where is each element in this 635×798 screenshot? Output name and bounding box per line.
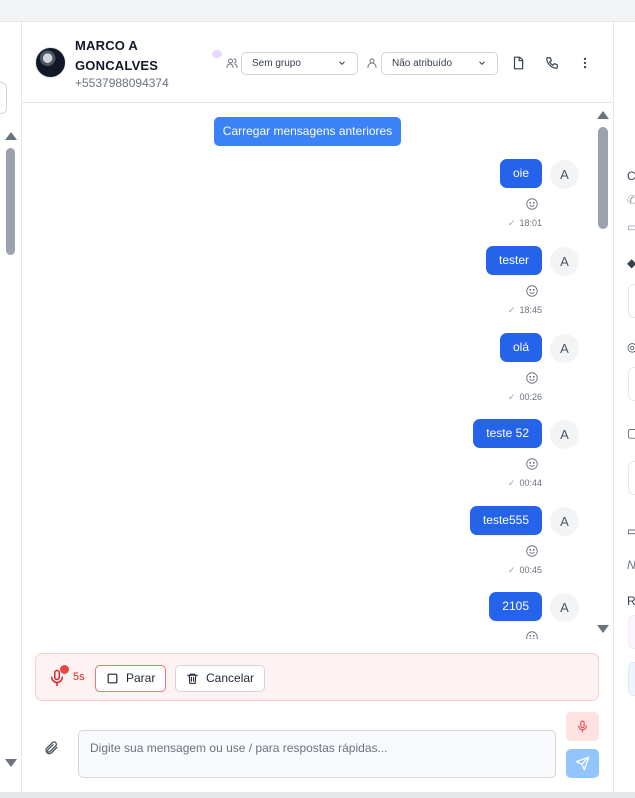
- bottom-strip: [0, 792, 635, 798]
- right-panel-field[interactable]: [628, 284, 635, 318]
- cancel-recording-button[interactable]: Cancelar: [175, 665, 266, 692]
- left-search-input-edge[interactable]: [0, 82, 7, 114]
- message-input[interactable]: [78, 730, 556, 778]
- message-bubble[interactable]: olá: [499, 333, 542, 362]
- document-icon[interactable]: [511, 56, 525, 70]
- right-panel-tag[interactable]: [628, 615, 635, 649]
- paperclip-icon[interactable]: [43, 740, 59, 756]
- check-icon: ✓: [507, 218, 516, 228]
- message-bubble[interactable]: oie: [499, 159, 542, 188]
- phone-icon[interactable]: [545, 56, 559, 70]
- emoji-reaction-icon[interactable]: [525, 371, 539, 385]
- left-panel-edge: [0, 22, 22, 792]
- group-select-value: Sem grupo: [252, 58, 301, 69]
- chat-bubble-icon: [212, 50, 222, 58]
- microphone-button[interactable]: [566, 712, 599, 741]
- message-timestamp: ✓ 00:45: [507, 565, 542, 575]
- right-panel-letter-glyph: N: [627, 558, 635, 572]
- group-select[interactable]: Sem grupo: [241, 52, 358, 75]
- phone-icon: ✆: [627, 193, 635, 207]
- message-bubble[interactable]: teste555: [469, 506, 542, 535]
- right-panel-field[interactable]: [628, 367, 635, 401]
- chevron-down-icon: [479, 61, 485, 65]
- microphone-icon: [578, 720, 587, 733]
- chat-header: MARCO A GONCALVES +5537988094374 Sem gru…: [22, 22, 613, 103]
- check-icon: ✓: [507, 305, 516, 315]
- check-icon: ✓: [507, 392, 516, 402]
- message-item: teste555 A ✓ 00:45: [22, 506, 613, 586]
- sender-avatar: A: [550, 160, 579, 189]
- right-panel-tag[interactable]: [628, 662, 635, 696]
- message-item: teste 52 A ✓ 00:44: [22, 419, 613, 499]
- graduation-cap-icon: ◆: [627, 256, 635, 270]
- stop-button-label: Parar: [126, 671, 156, 685]
- message-bubble[interactable]: teste 52: [473, 419, 542, 448]
- briefcase-icon: ▢: [627, 426, 635, 440]
- assignee-select[interactable]: Não atribuído: [381, 52, 498, 75]
- user-icon: [367, 58, 377, 68]
- check-icon: ✓: [507, 478, 516, 488]
- contact-name: MARCO A GONCALVES: [75, 38, 159, 73]
- message-item: tester A ✓ 18:45: [22, 246, 613, 326]
- assignee-select-value: Não atribuído: [392, 58, 453, 69]
- sender-avatar: A: [550, 247, 579, 276]
- recording-indicator-dot: [60, 665, 69, 674]
- sender-avatar: A: [550, 593, 579, 622]
- left-scrollbar-thumb[interactable]: [6, 148, 15, 255]
- left-scroll-down-arrow[interactable]: [5, 759, 17, 767]
- message-bubble[interactable]: 2105: [489, 592, 542, 621]
- stop-recording-button[interactable]: Parar: [95, 665, 167, 692]
- right-panel-edge: C ✆ ▭ ◆ ◎ ▢ ▭ N R: [613, 22, 635, 792]
- contact-avatar: [35, 47, 66, 78]
- left-scroll-up-arrow[interactable]: [5, 132, 17, 140]
- message-square-icon: ▭: [627, 524, 635, 538]
- chevron-down-icon: [339, 61, 345, 65]
- cancel-button-label: Cancelar: [206, 671, 255, 685]
- emoji-reaction-icon[interactable]: [525, 457, 539, 471]
- top-strip: [0, 0, 635, 22]
- emoji-reaction-icon[interactable]: [525, 197, 539, 211]
- right-panel-field[interactable]: [628, 461, 635, 495]
- message-timestamp: ✓ 18:01: [507, 218, 542, 228]
- message-timestamp: ✓ 00:26: [507, 392, 542, 402]
- stop-square-icon: [107, 673, 118, 684]
- send-icon: [575, 756, 590, 771]
- emoji-reaction-icon[interactable]: [525, 630, 539, 639]
- chat-panel: MARCO A GONCALVES +5537988094374 Sem gru…: [22, 22, 613, 792]
- message-item: olá A ✓ 00:26: [22, 333, 613, 413]
- load-previous-messages-button[interactable]: Carregar mensagens anteriores: [214, 117, 401, 146]
- check-icon: ✓: [507, 565, 516, 575]
- recording-timer: 5s: [73, 671, 85, 683]
- sender-avatar: A: [550, 334, 579, 363]
- message-timestamp: ✓ 18:45: [507, 305, 542, 315]
- send-button[interactable]: [566, 749, 599, 778]
- sender-avatar: A: [550, 507, 579, 536]
- message-item: 2105 A: [22, 592, 613, 639]
- recording-bar: 5s Parar Cancelar: [35, 653, 599, 701]
- sender-avatar: A: [550, 420, 579, 449]
- emoji-reaction-icon[interactable]: [525, 284, 539, 298]
- more-vertical-icon[interactable]: [578, 56, 592, 70]
- trash-icon: [187, 673, 198, 684]
- message-item: oie A ✓ 18:01: [22, 159, 613, 239]
- emoji-reaction-icon[interactable]: [525, 544, 539, 558]
- message-timestamp: ✓ 00:44: [507, 478, 542, 488]
- scroll-up-arrow[interactable]: [597, 111, 609, 119]
- users-icon: [226, 58, 238, 68]
- message-composer: [22, 709, 613, 792]
- message-list[interactable]: Carregar mensagens anteriores oie A ✓ 18:…: [22, 103, 613, 639]
- right-panel-letter-glyph: C: [627, 169, 635, 183]
- calendar-icon: ▭: [627, 220, 635, 234]
- message-bubble[interactable]: tester: [485, 246, 542, 275]
- contact-phone: +5537988094374: [75, 76, 169, 90]
- target-icon: ◎: [627, 340, 635, 354]
- right-panel-letter-glyph: R: [627, 594, 635, 608]
